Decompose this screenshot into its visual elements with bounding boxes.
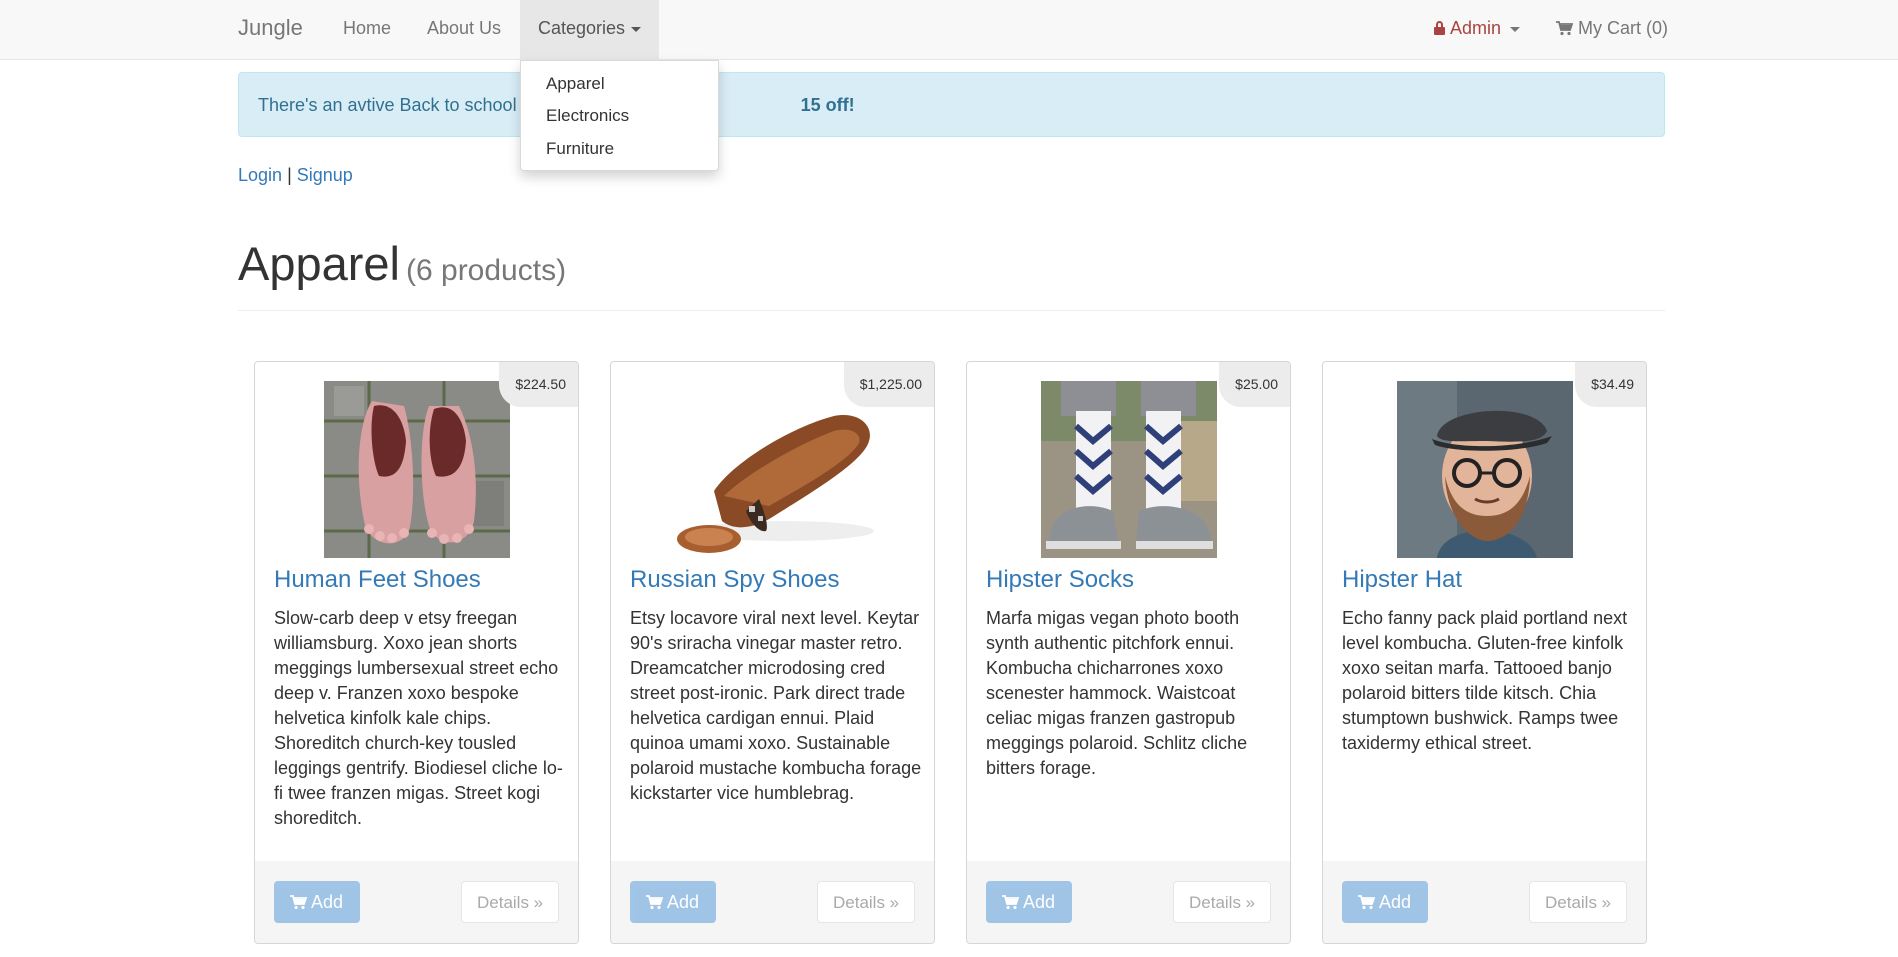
shopping-cart-icon bbox=[1556, 21, 1573, 36]
product-card: $1,225.00 Russian Spy Shoes Etsy locavor… bbox=[610, 361, 935, 944]
product-card: $25.00 Hipster Socks Marfa migas vegan p… bbox=[966, 361, 1291, 944]
nav-admin-dropdown-toggle[interactable]: Admin bbox=[1434, 18, 1521, 39]
nav-cart-link[interactable]: My Cart (0) bbox=[1556, 18, 1668, 39]
dropdown-item-furniture[interactable]: Furniture bbox=[546, 139, 614, 159]
nav-categories-label: Categories bbox=[538, 18, 626, 38]
promo-alert: There's an avtive Back to school s 15 off… bbox=[238, 72, 1665, 137]
signup-link[interactable]: Signup bbox=[297, 165, 353, 185]
price-badge: $34.49 bbox=[1575, 362, 1646, 407]
add-button-label: Add bbox=[1023, 892, 1056, 912]
product-description: Etsy locavore viral next level. Keytar 9… bbox=[630, 608, 922, 803]
product-description: Marfa migas vegan photo booth synth auth… bbox=[986, 608, 1248, 778]
price-badge: $1,225.00 bbox=[843, 362, 934, 407]
details-button[interactable]: Details » bbox=[461, 881, 559, 923]
heading-divider bbox=[238, 310, 1665, 311]
category-title: Apparel bbox=[238, 237, 400, 290]
auth-links: Login | Signup bbox=[238, 165, 353, 186]
product-image[interactable] bbox=[664, 381, 882, 558]
nav-categories-dropdown-toggle[interactable]: Categories bbox=[520, 0, 659, 60]
add-button-label: Add bbox=[311, 892, 344, 912]
add-button-label: Add bbox=[667, 892, 700, 912]
details-button[interactable]: Details » bbox=[1529, 881, 1627, 923]
login-link[interactable]: Login bbox=[238, 165, 282, 185]
feet-shoes-image bbox=[324, 381, 510, 558]
product-name-link[interactable]: Hipster Socks bbox=[986, 566, 1134, 594]
card-footer: Add Details » bbox=[1323, 861, 1646, 943]
price-badge: $224.50 bbox=[499, 362, 578, 407]
product-card: $224.50 Human Feet Shoes Slow-carb deep … bbox=[254, 361, 579, 944]
dropdown-item-apparel[interactable]: Apparel bbox=[546, 74, 605, 94]
details-button[interactable]: Details » bbox=[817, 881, 915, 923]
nav-home-link[interactable]: Home bbox=[343, 18, 391, 39]
product-name-link[interactable]: Human Feet Shoes bbox=[274, 566, 481, 594]
card-footer: Add Details » bbox=[255, 861, 578, 943]
categories-dropdown-menu: Apparel Electronics Furniture bbox=[520, 60, 719, 171]
add-to-cart-button[interactable]: Add bbox=[1342, 881, 1428, 923]
nav-admin-label: Admin bbox=[1450, 18, 1502, 38]
details-button[interactable]: Details » bbox=[1173, 881, 1271, 923]
product-description: Slow-carb deep v etsy freegan williamsbu… bbox=[274, 608, 563, 828]
alert-text: There's an avtive Back to school s bbox=[258, 95, 531, 115]
socks-image bbox=[1041, 381, 1217, 558]
add-to-cart-button[interactable]: Add bbox=[986, 881, 1072, 923]
nav-cart-label: My Cart (0) bbox=[1578, 18, 1668, 38]
hipster-hat-image bbox=[1397, 381, 1573, 558]
dropdown-item-electronics[interactable]: Electronics bbox=[546, 106, 629, 126]
shopping-cart-icon bbox=[646, 895, 663, 910]
alert-text-bold: 15 off! bbox=[800, 95, 855, 115]
shopping-cart-icon bbox=[1358, 895, 1375, 910]
auth-separator: | bbox=[287, 165, 292, 185]
shopping-cart-icon bbox=[290, 895, 307, 910]
product-count: (6 products) bbox=[406, 254, 567, 287]
product-name-link[interactable]: Russian Spy Shoes bbox=[630, 566, 839, 594]
navbar: Jungle Home About Us Categories Admin My… bbox=[0, 0, 1898, 60]
lock-icon bbox=[1434, 21, 1445, 35]
add-button-label: Add bbox=[1379, 892, 1412, 912]
caret-down-icon bbox=[631, 26, 642, 32]
spy-shoe-image bbox=[664, 381, 882, 558]
product-card: $34.49 Hipster Hat Echo fanny pack plaid… bbox=[1322, 361, 1647, 944]
shopping-cart-icon bbox=[1002, 895, 1019, 910]
card-footer: Add Details » bbox=[611, 861, 934, 943]
brand-link[interactable]: Jungle bbox=[238, 15, 303, 41]
product-image[interactable] bbox=[1397, 381, 1573, 558]
page-title: Apparel (6 products) bbox=[238, 236, 566, 291]
product-description: Echo fanny pack plaid portland next leve… bbox=[1342, 608, 1628, 753]
add-to-cart-button[interactable]: Add bbox=[630, 881, 716, 923]
price-badge: $25.00 bbox=[1219, 362, 1290, 407]
caret-down-icon bbox=[1510, 26, 1521, 32]
product-name-link[interactable]: Hipster Hat bbox=[1342, 566, 1462, 594]
nav-about-link[interactable]: About Us bbox=[427, 18, 501, 39]
add-to-cart-button[interactable]: Add bbox=[274, 881, 360, 923]
product-image[interactable] bbox=[1041, 381, 1217, 558]
card-footer: Add Details » bbox=[967, 861, 1290, 943]
product-image[interactable] bbox=[324, 381, 510, 558]
